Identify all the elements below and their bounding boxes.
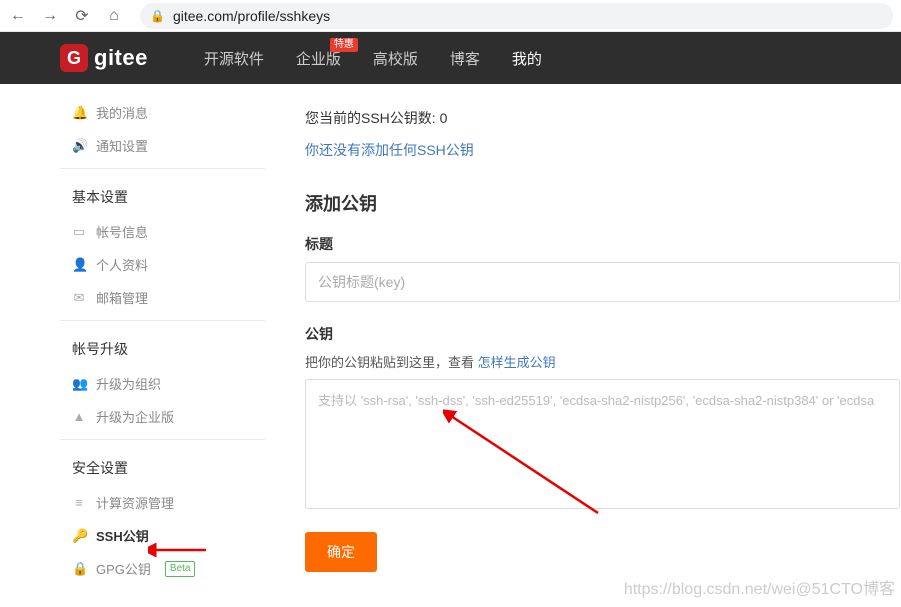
up-icon: ▲: [72, 409, 86, 424]
sidebar-group-messages: 🔔我的消息 🔊通知设置: [60, 84, 265, 169]
id-icon: ▭: [72, 224, 86, 240]
nav-enterprise[interactable]: 企业版 特惠: [280, 32, 357, 84]
logo-text: gitee: [94, 45, 148, 71]
nav-university[interactable]: 高校版: [357, 32, 434, 84]
nav-mine[interactable]: 我的: [496, 32, 558, 84]
volume-icon: 🔊: [72, 138, 86, 154]
list-icon: ≡: [72, 495, 86, 510]
forward-icon[interactable]: →: [40, 7, 60, 25]
browser-toolbar: ← → ⟳ ⌂ 🔒 gitee.com/profile/sshkeys: [0, 0, 901, 32]
back-icon[interactable]: ←: [8, 7, 28, 25]
sidebar-item-sshkeys[interactable]: 🔑SSH公钥: [60, 519, 265, 552]
nav-badge: 特惠: [330, 38, 358, 52]
logo[interactable]: G gitee: [60, 44, 148, 72]
nav-blog[interactable]: 博客: [434, 32, 496, 84]
sidebar-item-gpgkeys[interactable]: 🔒GPG公钥Beta: [60, 552, 265, 585]
add-key-title: 添加公钥: [305, 190, 901, 216]
home-icon[interactable]: ⌂: [104, 7, 124, 25]
sidebar-title-upgrade: 帐号升级: [60, 333, 265, 367]
sidebar-group-basic: 基本设置 ▭帐号信息 👤个人资料 ✉邮箱管理: [60, 169, 265, 321]
pubkey-hint: 把你的公钥粘贴到这里，查看 怎样生成公钥: [305, 352, 901, 371]
sidebar-item-enterprise[interactable]: ▲升级为企业版: [60, 400, 265, 433]
sidebar-group-security: 安全设置 ≡计算资源管理 🔑SSH公钥 🔒GPG公钥Beta: [60, 440, 265, 591]
pubkey-hint-link[interactable]: 怎样生成公钥: [478, 355, 556, 370]
lock-icon: 🔒: [72, 561, 86, 577]
user-icon: 👤: [72, 257, 86, 273]
reload-icon[interactable]: ⟳: [72, 6, 92, 26]
logo-icon: G: [60, 44, 88, 72]
lock-icon: 🔒: [150, 9, 165, 23]
sidebar-item-compute[interactable]: ≡计算资源管理: [60, 486, 265, 519]
mail-icon: ✉: [72, 290, 86, 306]
title-label: 标题: [305, 234, 901, 254]
sidebar-item-account[interactable]: ▭帐号信息: [60, 215, 265, 248]
no-keys-link[interactable]: 你还没有添加任何SSH公钥: [305, 142, 474, 158]
main-content: 您当前的SSH公钥数: 0 你还没有添加任何SSH公钥 添加公钥 标题 公钥 把…: [265, 84, 901, 591]
top-nav: G gitee 开源软件 企业版 特惠 高校版 博客 我的: [0, 32, 901, 84]
bell-icon: 🔔: [72, 105, 86, 121]
beta-badge: Beta: [165, 561, 196, 577]
sidebar-title-security: 安全设置: [60, 452, 265, 486]
nav-opensource[interactable]: 开源软件: [188, 32, 280, 84]
group-icon: 👥: [72, 376, 86, 392]
sidebar-item-email[interactable]: ✉邮箱管理: [60, 281, 265, 314]
sidebar-item-profile[interactable]: 👤个人资料: [60, 248, 265, 281]
sidebar-item-org[interactable]: 👥升级为组织: [60, 367, 265, 400]
address-bar[interactable]: 🔒 gitee.com/profile/sshkeys: [140, 3, 893, 29]
key-icon: 🔑: [72, 528, 86, 544]
title-input[interactable]: [305, 262, 900, 302]
sidebar-group-upgrade: 帐号升级 👥升级为组织 ▲升级为企业版: [60, 321, 265, 440]
page-container: 🔔我的消息 🔊通知设置 基本设置 ▭帐号信息 👤个人资料 ✉邮箱管理 帐号升级 …: [0, 84, 901, 591]
pubkey-label: 公钥: [305, 324, 901, 344]
sidebar-item-messages[interactable]: 🔔我的消息: [60, 96, 265, 129]
sidebar: 🔔我的消息 🔊通知设置 基本设置 ▭帐号信息 👤个人资料 ✉邮箱管理 帐号升级 …: [60, 84, 265, 591]
url-text: gitee.com/profile/sshkeys: [173, 8, 330, 24]
pubkey-textarea[interactable]: [305, 379, 900, 509]
sidebar-title-basic: 基本设置: [60, 181, 265, 215]
submit-button[interactable]: 确定: [305, 532, 377, 572]
sidebar-item-notify[interactable]: 🔊通知设置: [60, 129, 265, 162]
ssh-count-text: 您当前的SSH公钥数: 0: [305, 108, 901, 128]
